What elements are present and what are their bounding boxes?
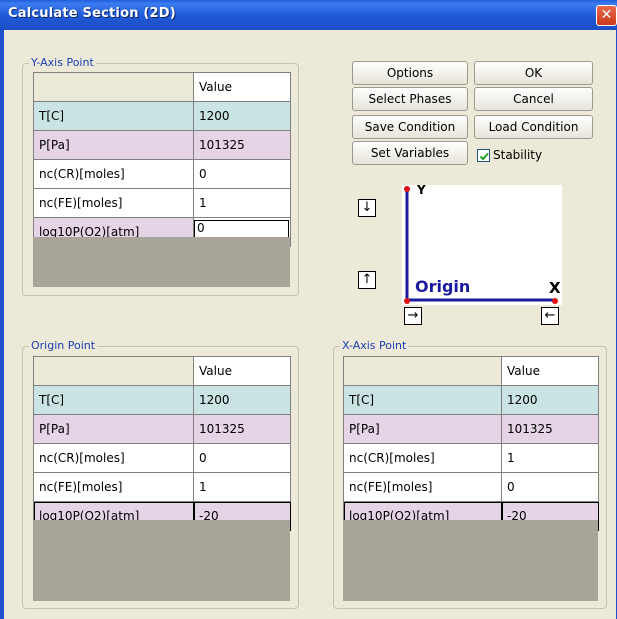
move-right-button[interactable]: →	[404, 307, 422, 325]
move-left-button[interactable]: ←	[541, 307, 559, 325]
left-arrow-icon: ←	[544, 308, 556, 323]
row-name: nc(FE)[moles]	[33, 188, 194, 218]
origin-point-marker	[404, 298, 410, 304]
window-frame-left	[0, 30, 4, 619]
y-axis-letter: Y	[417, 183, 426, 197]
move-down-button[interactable]: ↓	[358, 199, 376, 217]
x-axis-point-label: X-Axis Point	[340, 339, 409, 353]
row-value[interactable]: 0	[501, 472, 599, 502]
select-phases-button[interactable]: Select Phases	[352, 87, 468, 111]
row-name: nc(FE)[moles]	[343, 472, 502, 502]
x-axis-point-grid: Value T[C] 1200 P[Pa] 101325 nc(CR)[mole…	[343, 356, 599, 531]
origin-label: Origin	[415, 277, 471, 296]
row-name: nc(CR)[moles]	[33, 159, 194, 189]
table-row: T[C] 1200	[33, 101, 291, 131]
y-axis-grid-empty-area	[33, 237, 290, 287]
origin-grid-empty-area	[33, 520, 290, 601]
value-column-header: Value	[193, 356, 291, 386]
row-value[interactable]: 0	[193, 443, 291, 473]
options-button[interactable]: Options	[352, 61, 468, 85]
row-name: nc(FE)[moles]	[33, 472, 194, 502]
title-bar: Calculate Section (2D) ✕	[0, 0, 617, 30]
table-row: T[C] 1200	[343, 385, 599, 415]
grid-corner	[343, 356, 502, 386]
x-axis-letter: X	[549, 279, 561, 297]
origin-point-grid: Value T[C] 1200 P[Pa] 101325 nc(CR)[mole…	[33, 356, 291, 531]
value-column-header: Value	[193, 72, 291, 102]
window-title: Calculate Section (2D)	[8, 6, 176, 21]
load-condition-button[interactable]: Load Condition	[474, 115, 593, 139]
down-arrow-icon: ↓	[361, 200, 373, 215]
row-value[interactable]: 101325	[193, 414, 291, 444]
row-value[interactable]: 101325	[193, 130, 291, 160]
table-row: P[Pa] 101325	[343, 414, 599, 444]
row-value[interactable]: 101325	[501, 414, 599, 444]
row-name: T[C]	[33, 101, 194, 131]
table-row: nc(CR)[moles] 0	[33, 159, 291, 189]
set-variables-button[interactable]: Set Variables	[352, 141, 468, 165]
table-row: nc(FE)[moles] 1	[33, 472, 291, 502]
row-name: P[Pa]	[343, 414, 502, 444]
row-value[interactable]: 1	[501, 443, 599, 473]
table-row: nc(FE)[moles] 1	[33, 188, 291, 218]
row-value[interactable]: 1	[193, 188, 291, 218]
y-axis-point-label: Y-Axis Point	[29, 56, 96, 70]
row-name: P[Pa]	[33, 130, 194, 160]
right-arrow-icon: →	[407, 308, 419, 323]
up-arrow-icon: ↑	[361, 272, 373, 287]
y-axis-point-grid: Value T[C] 1200 P[Pa] 101325 nc(CR)[mole…	[33, 72, 291, 247]
close-button[interactable]: ✕	[596, 5, 617, 26]
row-name: nc(CR)[moles]	[343, 443, 502, 473]
row-value[interactable]: 1200	[193, 101, 291, 131]
stability-label: Stability	[493, 148, 543, 162]
table-row: P[Pa] 101325	[33, 130, 291, 160]
axis-diagram: Y Origin X	[402, 183, 562, 305]
save-condition-button[interactable]: Save Condition	[352, 115, 468, 139]
table-row: nc(FE)[moles] 0	[343, 472, 599, 502]
grid-corner	[33, 356, 194, 386]
value-column-header: Value	[501, 356, 599, 386]
table-row: T[C] 1200	[33, 385, 291, 415]
move-up-button[interactable]: ↑	[358, 271, 376, 289]
row-name: nc(CR)[moles]	[33, 443, 194, 473]
y-point-marker	[404, 186, 410, 192]
ok-button[interactable]: OK	[474, 61, 593, 85]
row-name: T[C]	[33, 385, 194, 415]
table-row: nc(CR)[moles] 1	[343, 443, 599, 473]
row-value[interactable]: 1	[193, 472, 291, 502]
origin-point-label: Origin Point	[29, 339, 98, 353]
row-value[interactable]: 0	[193, 159, 291, 189]
row-name: T[C]	[343, 385, 502, 415]
stability-checkbox[interactable]	[477, 149, 490, 162]
row-name: P[Pa]	[33, 414, 194, 444]
grid-corner	[33, 72, 194, 102]
checkmark-icon	[479, 152, 489, 161]
close-icon: ✕	[600, 7, 613, 23]
row-value[interactable]: 1200	[501, 385, 599, 415]
x-point-marker	[552, 298, 558, 304]
table-row: nc(CR)[moles] 0	[33, 443, 291, 473]
x-axis-grid-empty-area	[343, 520, 598, 601]
cancel-button[interactable]: Cancel	[474, 87, 593, 111]
row-value[interactable]: 1200	[193, 385, 291, 415]
table-row: P[Pa] 101325	[33, 414, 291, 444]
